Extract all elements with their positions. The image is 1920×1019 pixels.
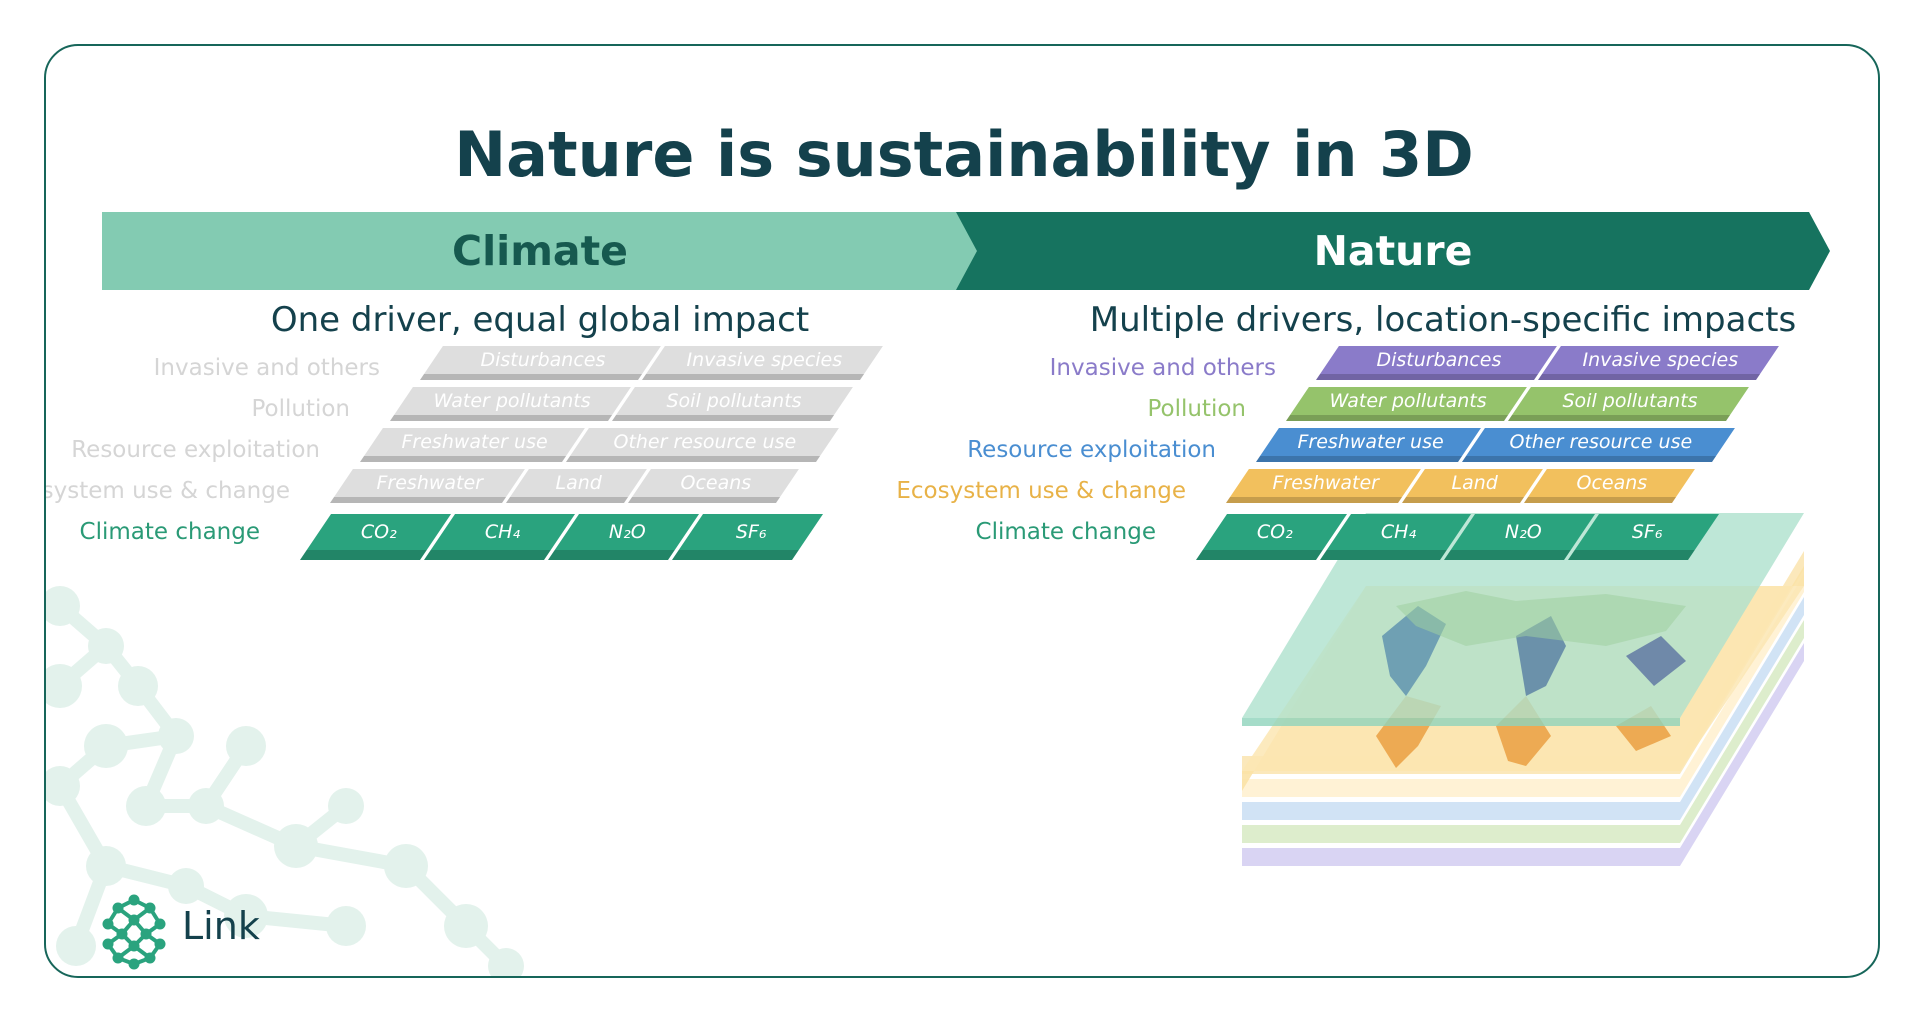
- climate-row-label-resource: Resource exploitation: [71, 437, 320, 463]
- climate-tile-ecosystem-2: Oceans: [628, 469, 799, 503]
- nature-tile-resource-1: Other resource use: [1462, 428, 1735, 462]
- climate-tile-label: CO₂: [360, 521, 397, 543]
- nature-tile-label: Freshwater: [1272, 472, 1379, 494]
- climate-row-label-climate: Climate change: [79, 519, 260, 545]
- climate-tile-invasive-1: Invasive species: [642, 346, 883, 380]
- climate-row-label-invasive: Invasive and others: [153, 355, 380, 381]
- nature-tile-label: Oceans: [1576, 472, 1647, 494]
- climate-tile-invasive-0: Disturbances: [420, 346, 661, 380]
- nature-tile-invasive-1: Invasive species: [1538, 346, 1779, 380]
- climate-tile-label: Disturbances: [480, 349, 605, 371]
- nature-tile-pollution-0: Water pollutants: [1286, 387, 1527, 421]
- nature-tile-pollution-1: Soil pollutants: [1508, 387, 1749, 421]
- nature-tile-ecosystem-2: Oceans: [1524, 469, 1695, 503]
- logo-node: [144, 952, 156, 964]
- climate-tile-pollution-0: Water pollutants: [390, 387, 631, 421]
- logo-node: [154, 938, 166, 950]
- nature-row-label-ecosystem: Ecosystem use & change: [896, 478, 1186, 504]
- logo-node: [144, 902, 156, 914]
- climate-tile-label: CH₄: [485, 521, 521, 543]
- logo-node: [112, 952, 124, 964]
- climate-tile-ecosystem-1: Land: [506, 469, 647, 503]
- nature-tile-label: Water pollutants: [1329, 390, 1488, 412]
- climate-tile-label: N₂O: [608, 521, 646, 543]
- nature-tile-label: CO₂: [1256, 521, 1293, 543]
- logo-node: [128, 940, 140, 952]
- layer-stack-illustration: [1242, 513, 1804, 866]
- logo-node: [128, 894, 140, 906]
- climate-tile-pollution-1: Soil pollutants: [612, 387, 853, 421]
- nature-row-label-climate: Climate change: [975, 519, 1156, 545]
- climate-row-label-ecosystem: Ecosystem use & change: [46, 478, 290, 504]
- logo-node: [140, 928, 152, 940]
- climate-row-label-pollution: Pollution: [251, 396, 350, 422]
- climate-tile-label: SF₆: [735, 521, 767, 543]
- logo-text: Link: [182, 904, 260, 948]
- nature-tile-resource-0: Freshwater use: [1256, 428, 1481, 462]
- nature-tile-label: CH₄: [1381, 521, 1417, 543]
- nature-tile-label: Invasive species: [1582, 349, 1739, 371]
- logo-node: [154, 918, 166, 930]
- climate-tile-label: Soil pollutants: [666, 390, 803, 412]
- nature-row-label-invasive: Invasive and others: [1049, 355, 1276, 381]
- climate-tile-label: Invasive species: [686, 349, 843, 371]
- climate-tile-label: Other resource use: [613, 431, 796, 453]
- climate-tile-label: Water pollutants: [433, 390, 592, 412]
- climate-tile-resource-0: Freshwater use: [360, 428, 585, 462]
- logo-node: [102, 918, 114, 930]
- climate-tile-label: Oceans: [680, 472, 751, 494]
- nature-tile-label: N₂O: [1504, 521, 1542, 543]
- nature-tile-label: Land: [1451, 472, 1498, 494]
- nature-tile-ecosystem-0: Freshwater: [1226, 469, 1421, 503]
- nature-tile-label: Freshwater use: [1297, 431, 1444, 453]
- link-logo-icon: [102, 894, 166, 970]
- climate-tile-label: Freshwater: [376, 472, 483, 494]
- nature-row-label-resource: Resource exploitation: [967, 437, 1216, 463]
- nature-tile-label: SF₆: [1631, 521, 1663, 543]
- climate-tile-ecosystem-0: Freshwater: [330, 469, 525, 503]
- climate-tile-resource-1: Other resource use: [566, 428, 839, 462]
- logo-node: [112, 902, 124, 914]
- climate-tile-label: Land: [555, 472, 602, 494]
- logo-node: [128, 914, 140, 926]
- nature-tile-label: Other resource use: [1509, 431, 1692, 453]
- logo-node: [102, 938, 114, 950]
- nature-tile-ecosystem-1: Land: [1402, 469, 1543, 503]
- nature-row-label-pollution: Pollution: [1147, 396, 1246, 422]
- logo-node: [128, 958, 140, 970]
- nature-tile-label: Soil pollutants: [1562, 390, 1699, 412]
- climate-map-edge: [1242, 718, 1680, 726]
- climate-tile-label: Freshwater use: [401, 431, 548, 453]
- nature-tile-label: Disturbances: [1376, 349, 1501, 371]
- infographic-card: Nature is sustainability in 3D Climate N…: [44, 44, 1880, 978]
- nature-tile-invasive-0: Disturbances: [1316, 346, 1557, 380]
- logo-node: [116, 928, 128, 940]
